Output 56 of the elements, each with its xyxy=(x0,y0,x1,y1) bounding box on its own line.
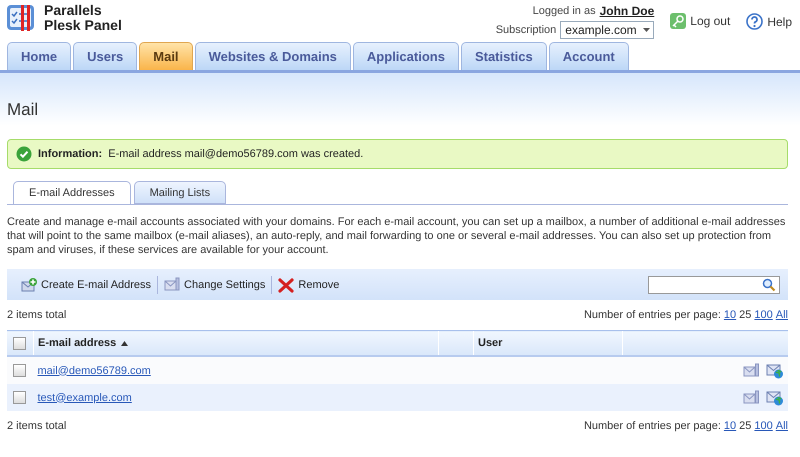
current-page-size: 25 xyxy=(739,420,752,432)
page-size-link[interactable]: 10 xyxy=(724,309,736,321)
page-size-link[interactable]: 100 xyxy=(754,420,773,432)
nav-tab[interactable]: Home xyxy=(7,42,72,70)
search-icon xyxy=(762,278,776,292)
nav-tab[interactable]: Account xyxy=(548,42,629,70)
nav-tab[interactable]: Users xyxy=(73,42,138,70)
mail-settings-icon xyxy=(164,276,180,292)
toolbar-button[interactable]: Create E-mail Address xyxy=(15,274,158,294)
info-message: Information: E-mail address mail@demo56789.com was created. xyxy=(7,139,788,169)
email-link[interactable]: mail@demo56789.com xyxy=(38,364,151,376)
logged-in-label: Logged in as xyxy=(532,5,596,17)
toolbar-button[interactable]: Remove xyxy=(272,274,346,294)
nav-tab[interactable]: Websites & Domains xyxy=(194,42,351,70)
sub-tab[interactable]: E-mail Addresses xyxy=(13,181,131,205)
email-link[interactable]: test@example.com xyxy=(38,392,132,404)
page-size-link[interactable]: All xyxy=(776,420,788,432)
sub-tab[interactable]: Mailing Lists xyxy=(134,181,226,204)
checkbox[interactable] xyxy=(13,336,26,350)
user-name-link[interactable]: John Doe xyxy=(600,4,654,18)
toolbar-button[interactable]: Change Settings xyxy=(158,274,272,294)
description-text: Create and manage e-mail accounts associated with your domains. For each e-mail account, you can set up a mailbox, a number of additional e-mail addresses that will point to the same mailbox (e-mail aliases), an auto-reply, and mail forwarding to one or several e-mail addresses. You can also set up protection from spam and viruses, if these services are available for your account. xyxy=(7,215,786,257)
help-link[interactable]: Help xyxy=(746,13,792,30)
mail-settings-icon[interactable] xyxy=(743,390,760,404)
subscription-label: Subscription xyxy=(496,24,556,36)
logout-link[interactable]: Log out xyxy=(670,13,730,29)
subscription-dropdown[interactable]: example.com xyxy=(560,21,654,39)
key-icon xyxy=(670,13,686,29)
page-size-link[interactable]: 10 xyxy=(724,420,736,432)
logo-icon xyxy=(6,4,36,32)
current-page-size: 25 xyxy=(739,309,752,321)
help-icon xyxy=(746,13,764,30)
nav-tab[interactable]: Applications xyxy=(352,42,459,70)
nav-tab[interactable]: Statistics xyxy=(460,42,547,70)
cross-icon xyxy=(278,276,294,292)
per-page-label: Number of entries per page: xyxy=(584,309,721,321)
page-size-link[interactable]: 100 xyxy=(754,309,773,321)
items-total: 2 items total xyxy=(7,420,66,432)
nav-tab[interactable]: Mail xyxy=(139,42,193,70)
search-field[interactable] xyxy=(648,276,780,294)
checkbox[interactable] xyxy=(13,364,26,377)
brand-name-line: Plesk Panel xyxy=(44,18,122,33)
page-title: Mail xyxy=(7,100,38,120)
mail-settings-icon[interactable] xyxy=(743,362,760,378)
caret-icon xyxy=(642,28,650,32)
check-circle-icon xyxy=(16,146,32,162)
mail-globe-icon[interactable] xyxy=(766,362,784,378)
mail-globe-icon[interactable] xyxy=(766,390,784,406)
mail-add-icon xyxy=(21,276,37,292)
page-size-link[interactable]: All xyxy=(776,309,788,321)
column-header[interactable]: User xyxy=(478,337,502,349)
items-total: 2 items total xyxy=(7,309,66,321)
column-header[interactable]: E-mail address xyxy=(38,337,116,349)
brand-name-line: Parallels xyxy=(44,3,103,18)
checkbox[interactable] xyxy=(13,391,26,404)
per-page-label: Number of entries per page: xyxy=(584,420,721,432)
